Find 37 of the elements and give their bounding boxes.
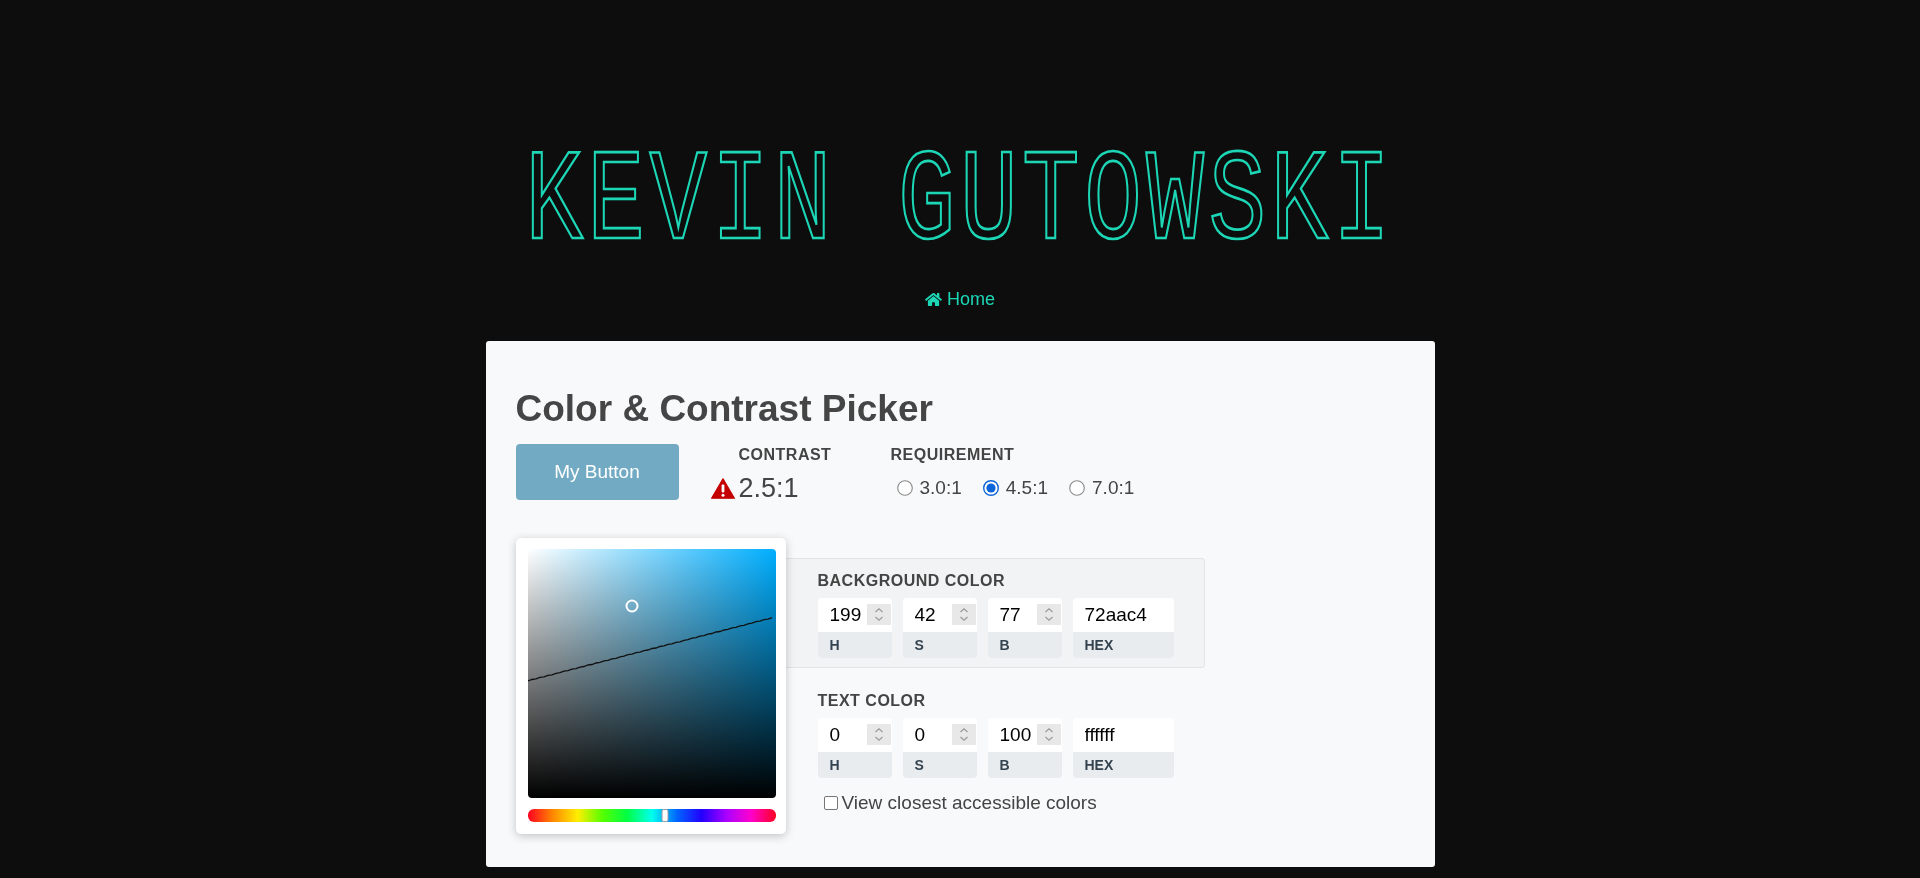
radio-button[interactable] (896, 479, 913, 496)
hex-input[interactable]: ffffff (1072, 718, 1174, 752)
field-label: S (914, 758, 924, 772)
saturation-brightness-area[interactable] (527, 549, 776, 798)
radio-label: 7.0:1 (1092, 478, 1135, 497)
radio-label: 4.5:1 (1005, 478, 1049, 497)
picker-handle[interactable] (625, 599, 639, 613)
field-label: S (914, 638, 924, 652)
home-link[interactable]: Home (925, 287, 995, 311)
spinner-icon[interactable] (951, 724, 976, 745)
hue-slider-thumb[interactable] (661, 809, 669, 822)
field-label: H (829, 638, 840, 652)
site-logo[interactable]: KEVIN GUTOWSKI (525, 139, 1395, 269)
contrast-label: CONTRAST (738, 445, 832, 465)
requirement-label: REQUIREMENT (890, 445, 1015, 465)
field-label: H (829, 758, 840, 772)
field-label: B (999, 638, 1010, 652)
field-label: B (999, 758, 1010, 772)
radio-label: 3.0:1 (919, 478, 962, 497)
checkbox-label: View closest accessible colors (841, 791, 1097, 815)
section-label: TEXT COLOR (817, 691, 926, 711)
spinner-icon[interactable] (1036, 604, 1061, 625)
contrast-ratio: 2.5:1 (738, 472, 799, 504)
spinner-icon[interactable] (866, 724, 891, 745)
home-icon (925, 291, 942, 307)
spinner-icon[interactable] (866, 604, 891, 625)
field-label: HEX (1084, 638, 1114, 652)
hue-slider[interactable] (527, 809, 776, 822)
hex-input[interactable]: 72aac4 (1072, 598, 1174, 632)
spinner-icon[interactable] (951, 604, 976, 625)
radio-button[interactable] (982, 479, 999, 496)
section-label: BACKGROUND COLOR (817, 571, 1006, 591)
page-title: Color & Contrast Picker (515, 387, 933, 431)
spinner-icon[interactable] (1036, 724, 1061, 745)
radio-button[interactable] (1069, 479, 1086, 496)
field-label: HEX (1084, 758, 1114, 772)
checkbox[interactable] (823, 796, 838, 810)
